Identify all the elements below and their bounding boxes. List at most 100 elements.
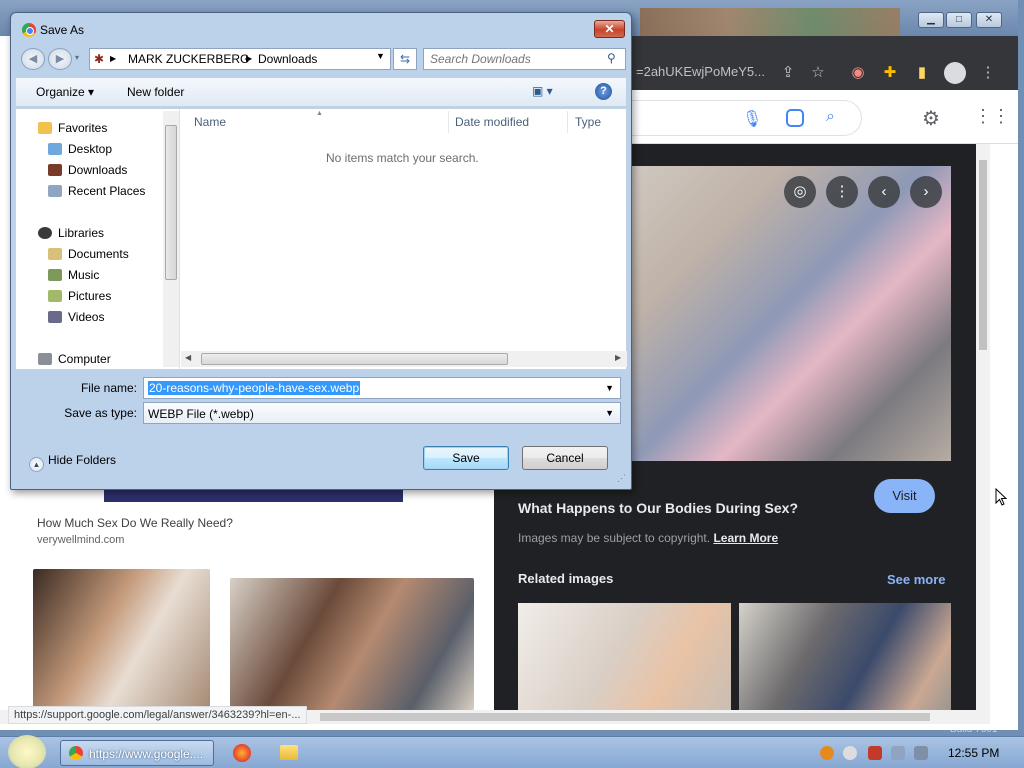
dialog-title: Save As bbox=[40, 23, 85, 37]
window-close-button[interactable]: ✕ bbox=[976, 12, 1002, 28]
breadcrumb-user[interactable]: MARK ZUCKERBERG bbox=[128, 52, 249, 66]
hide-folders-button[interactable]: ▲ Hide Folders bbox=[29, 453, 116, 472]
folder-icon[interactable] bbox=[280, 745, 298, 760]
change-view-icon[interactable]: ▣ ▾ bbox=[532, 84, 553, 98]
scroll-left-icon[interactable]: ◀ bbox=[185, 353, 191, 362]
column-header-name[interactable]: Name bbox=[194, 115, 226, 129]
preview-image[interactable] bbox=[632, 166, 951, 461]
help-icon[interactable]: ? bbox=[595, 83, 612, 100]
browser-menu-icon[interactable]: ⋮ bbox=[978, 63, 998, 83]
recent-locations-dropdown-icon[interactable]: ▾ bbox=[75, 53, 79, 62]
resize-grip-icon[interactable]: ⋰ bbox=[617, 473, 626, 484]
dialog-titlebar[interactable]: Save As ✕ bbox=[11, 13, 631, 47]
result-source[interactable]: verywellmind.com bbox=[37, 534, 124, 546]
taskbar-clock[interactable]: 12:55 PM bbox=[948, 746, 999, 760]
nav-item-computer[interactable]: Computer bbox=[38, 352, 111, 366]
save-type-select[interactable]: WEBP File (*.webp) ▼ bbox=[143, 402, 621, 424]
result-thumbnail[interactable] bbox=[230, 578, 474, 710]
nav-item-favorites[interactable]: Favorites bbox=[38, 121, 107, 135]
nav-item-recent[interactable]: Recent Places bbox=[48, 184, 145, 198]
breadcrumb[interactable]: ✱ ▶ MARK ZUCKERBERG ▶ Downloads ▼ bbox=[89, 48, 391, 70]
extension-flag-icon[interactable]: ◉ bbox=[848, 63, 868, 83]
maximize-button[interactable]: □ bbox=[946, 12, 972, 28]
file-name-dropdown-icon[interactable]: ▼ bbox=[605, 383, 614, 393]
nav-item-pictures[interactable]: Pictures bbox=[48, 289, 111, 303]
apps-grid-icon[interactable]: ⋮⋮ bbox=[974, 106, 1010, 127]
scrollbar-thumb[interactable] bbox=[201, 353, 508, 365]
column-divider[interactable] bbox=[448, 111, 449, 133]
scrollbar-thumb[interactable] bbox=[165, 125, 177, 280]
related-image[interactable] bbox=[739, 603, 951, 710]
tray-flag-icon[interactable] bbox=[868, 746, 882, 760]
address-dropdown-icon[interactable]: ▼ bbox=[376, 51, 385, 61]
search-icon[interactable]: ⚲ bbox=[607, 51, 616, 65]
scrollbar-thumb[interactable] bbox=[979, 160, 987, 350]
tray-smiley-icon[interactable] bbox=[843, 746, 857, 760]
breadcrumb-separator-icon[interactable]: ▶ bbox=[246, 54, 252, 63]
learn-more-link[interactable]: Learn More bbox=[713, 531, 778, 545]
tray-volume-icon[interactable] bbox=[914, 746, 928, 760]
google-search-icon[interactable]: ⌕ bbox=[826, 108, 835, 126]
settings-gear-icon[interactable]: ⚙ bbox=[922, 106, 940, 131]
viewer-title[interactable]: What Happens to Our Bodies During Sex? bbox=[518, 500, 798, 516]
scrollbar-thumb[interactable] bbox=[320, 713, 930, 721]
back-arrow-icon[interactable]: ◀ bbox=[21, 48, 45, 70]
nav-item-label: Recent Places bbox=[68, 184, 146, 198]
file-name-field[interactable]: 20-reasons-why-people-have-sex.webp ▼ bbox=[143, 377, 621, 399]
breadcrumb-downloads[interactable]: Downloads bbox=[258, 52, 317, 66]
more-options-icon[interactable]: ⋮ bbox=[826, 176, 858, 208]
visit-button[interactable]: Visit bbox=[874, 479, 935, 513]
tray-search-icon[interactable] bbox=[820, 746, 834, 760]
nav-item-desktop[interactable]: Desktop bbox=[48, 142, 112, 156]
mic-icon[interactable]: 🎙 bbox=[742, 109, 762, 129]
see-more-link[interactable]: See more bbox=[887, 572, 946, 587]
save-button[interactable]: Save bbox=[423, 446, 509, 470]
dialog-close-button[interactable]: ✕ bbox=[594, 20, 625, 38]
scroll-right-icon[interactable]: ▶ bbox=[615, 353, 621, 362]
address-bar-url[interactable]: =2ahUKEwjPoMeY5... bbox=[636, 64, 765, 79]
cancel-button[interactable]: Cancel bbox=[522, 446, 608, 470]
new-folder-button[interactable]: New folder bbox=[127, 85, 184, 99]
previous-arrow-icon[interactable]: ‹ bbox=[868, 176, 900, 208]
nav-item-downloads[interactable]: Downloads bbox=[48, 163, 127, 177]
column-header-date[interactable]: Date modified bbox=[455, 115, 529, 129]
firefox-icon[interactable] bbox=[233, 744, 251, 762]
forward-arrow-icon[interactable]: ▶ bbox=[48, 48, 72, 70]
search-box[interactable]: ⚲ bbox=[423, 48, 626, 70]
nav-item-music[interactable]: Music bbox=[48, 268, 99, 282]
save-type-dropdown-icon[interactable]: ▼ bbox=[605, 408, 614, 418]
extensions-puzzle-icon[interactable]: ✚ bbox=[880, 63, 900, 83]
organize-button[interactable]: Organize ▾ bbox=[36, 85, 94, 99]
start-button[interactable] bbox=[8, 735, 46, 768]
related-image[interactable] bbox=[518, 603, 731, 710]
share-icon[interactable]: ⇪ bbox=[778, 63, 798, 83]
nav-pane-scrollbar[interactable] bbox=[163, 111, 179, 367]
file-name-value[interactable]: 20-reasons-why-people-have-sex.webp bbox=[148, 381, 361, 395]
file-list-horizontal-scrollbar[interactable]: ◀ ▶ bbox=[181, 351, 627, 367]
nav-item-libraries[interactable]: Libraries bbox=[38, 226, 104, 240]
tray-network-icon[interactable] bbox=[891, 746, 905, 760]
page-vertical-scrollbar[interactable] bbox=[976, 144, 990, 710]
browser-tab-bar bbox=[632, 36, 1018, 56]
search-input[interactable] bbox=[430, 52, 600, 66]
result-thumbnail[interactable] bbox=[33, 569, 210, 710]
bookmark-star-icon[interactable]: ☆ bbox=[808, 63, 828, 83]
column-divider[interactable] bbox=[567, 111, 568, 133]
google-search-bar[interactable]: 🎙 ⌕ bbox=[632, 100, 862, 136]
side-panel-icon[interactable]: ▮ bbox=[912, 63, 932, 83]
next-arrow-icon[interactable]: › bbox=[910, 176, 942, 208]
refresh-button[interactable]: ⇆ bbox=[393, 48, 417, 70]
result-caption[interactable]: How Much Sex Do We Really Need? bbox=[37, 516, 233, 530]
minimize-button[interactable]: ▁ bbox=[918, 12, 944, 28]
nav-item-documents[interactable]: Documents bbox=[48, 247, 129, 261]
command-bar: Organize ▾ New folder ▣ ▾ ? bbox=[15, 77, 627, 107]
column-header-type[interactable]: Type bbox=[575, 115, 601, 129]
profile-avatar-icon[interactable] bbox=[944, 62, 966, 84]
mouse-cursor-icon bbox=[995, 488, 1007, 506]
lens-search-icon[interactable]: ◎ bbox=[784, 176, 816, 208]
lens-icon[interactable] bbox=[786, 109, 804, 127]
nav-item-videos[interactable]: Videos bbox=[48, 310, 104, 324]
browser-tab-strip[interactable] bbox=[640, 8, 900, 36]
taskbar-chrome-button[interactable]: https://www.google.... bbox=[60, 740, 214, 766]
breadcrumb-separator-icon[interactable]: ▶ bbox=[110, 54, 116, 63]
